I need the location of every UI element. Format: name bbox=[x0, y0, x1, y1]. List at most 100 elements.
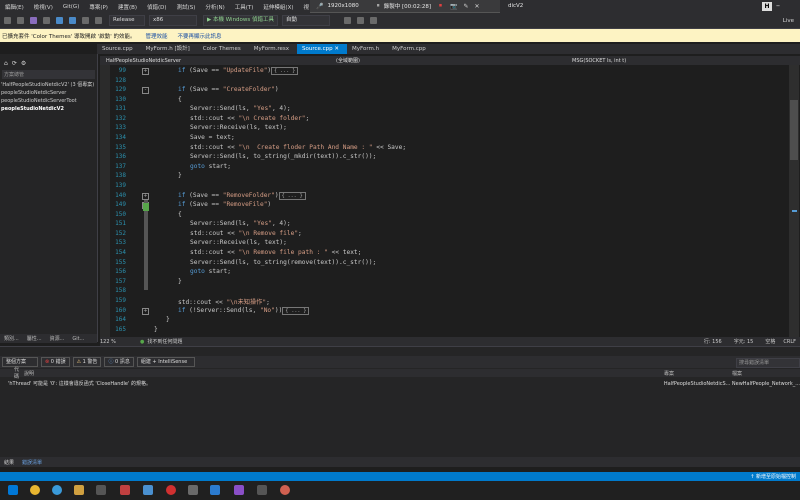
source-control-button[interactable]: ↑ 新增至原始檔控制 bbox=[750, 473, 796, 480]
expand-icon[interactable]: + bbox=[142, 307, 149, 315]
taskbar-app-icon[interactable] bbox=[210, 485, 220, 495]
toolbar-icon-c[interactable] bbox=[370, 17, 378, 24]
document-tab[interactable]: Color Themes bbox=[198, 44, 249, 54]
warnings-filter-button[interactable]: ⚠ 1 警告 bbox=[72, 357, 102, 367]
taskbar-app-icon[interactable] bbox=[120, 485, 130, 495]
undo-icon[interactable] bbox=[82, 17, 89, 24]
start-icon[interactable] bbox=[8, 485, 18, 495]
code-line[interactable]: { bbox=[178, 211, 182, 218]
menu-item[interactable]: 延伸模組(X) bbox=[258, 3, 298, 11]
output-tab[interactable]: 結果 bbox=[0, 459, 18, 466]
code-line[interactable]: Server::Receive(ls, text); bbox=[190, 124, 287, 131]
left-panel-tab[interactable]: 資源... bbox=[46, 335, 69, 342]
code-line[interactable]: Server::Send(ls, to_string(remove(text))… bbox=[190, 259, 376, 266]
menu-item[interactable]: 專案(P) bbox=[84, 3, 113, 11]
refresh-icon[interactable]: ⟳ bbox=[12, 60, 17, 67]
code-line[interactable]: } bbox=[178, 172, 182, 179]
redo-icon[interactable] bbox=[95, 17, 102, 24]
menu-item[interactable]: 工具(T) bbox=[230, 3, 259, 11]
col-code[interactable]: 代碼 bbox=[14, 366, 22, 380]
close-recording-icon[interactable]: ✕ bbox=[475, 3, 480, 10]
code-line[interactable]: Server::Send(ls, "Yes", 4); bbox=[190, 105, 291, 112]
error-search-input[interactable]: 搜尋錯誤清單 bbox=[736, 358, 800, 368]
code-line[interactable]: Save = text; bbox=[190, 134, 235, 141]
taskbar-app-icon[interactable] bbox=[280, 485, 290, 495]
document-tab[interactable]: MyForm.resx bbox=[249, 44, 297, 54]
zoom-level[interactable]: 122 % bbox=[100, 339, 130, 345]
col-file[interactable]: 檔案 bbox=[732, 370, 742, 377]
code-line[interactable]: std::cout << "\n Remove file"; bbox=[190, 230, 302, 237]
code-line[interactable]: Server::Send(ls, to_string(_mkdir(text))… bbox=[190, 153, 376, 160]
document-tab[interactable]: MyForm.cpp bbox=[387, 44, 434, 54]
stop-icon[interactable]: ⏹ bbox=[439, 2, 442, 10]
settings-icon[interactable]: ⚙ bbox=[21, 60, 26, 67]
code-line[interactable]: } bbox=[154, 326, 158, 333]
recorder-icon[interactable] bbox=[166, 485, 176, 495]
build-filter-select[interactable]: 組建 + IntelliSense bbox=[136, 357, 195, 367]
forward-icon[interactable] bbox=[17, 17, 24, 24]
solution-tree-item[interactable]: peopleStudioNetdicV2 bbox=[0, 105, 97, 113]
code-line[interactable]: } bbox=[178, 278, 182, 285]
menu-item[interactable]: 偵錯(D) bbox=[142, 3, 172, 11]
left-panel-tab[interactable]: 屬性... bbox=[23, 335, 46, 342]
taskbar-app-icon[interactable] bbox=[188, 485, 198, 495]
code-line[interactable]: std::cout << "\n未知操作"; bbox=[178, 297, 270, 306]
code-line[interactable]: goto start; bbox=[190, 163, 231, 170]
solution-tree-item[interactable]: 'HalfPeopleStudioNetdicV2' (3 個專案) bbox=[0, 81, 97, 89]
messages-filter-button[interactable]: ⓘ 0 訊息 bbox=[104, 357, 134, 367]
account-badge[interactable]: H bbox=[762, 2, 772, 11]
menu-item[interactable]: 測試(S) bbox=[172, 3, 201, 11]
project-dropdown[interactable]: HalfPeopleStudioNetdicServer bbox=[106, 58, 336, 64]
run-debugger-button[interactable]: ▶ 本機 Windows 偵錯工具 bbox=[203, 15, 279, 26]
manage-performance-link[interactable]: 管理效能 bbox=[146, 32, 168, 40]
code-line[interactable]: goto start; bbox=[190, 268, 231, 275]
code-line[interactable]: if (Save == "CreateFolder") bbox=[178, 86, 279, 93]
taskbar-app-icon[interactable] bbox=[96, 485, 106, 495]
left-panel-tab[interactable]: 類別... bbox=[0, 335, 23, 342]
code-line[interactable]: if (Save == "RemoveFolder"){ ... } bbox=[178, 191, 306, 200]
expand-icon[interactable]: + bbox=[142, 68, 149, 75]
menu-item[interactable]: 檢視(V) bbox=[29, 3, 58, 11]
menu-item[interactable]: 分析(N) bbox=[200, 3, 229, 11]
code-line[interactable]: } bbox=[166, 316, 170, 323]
auto-select[interactable]: 自動 bbox=[282, 15, 331, 26]
member-dropdown[interactable]: MSG(SOCKET ls, int t) bbox=[572, 58, 626, 64]
home-icon[interactable]: ⌂ bbox=[4, 60, 8, 67]
visual-studio-icon[interactable] bbox=[234, 485, 244, 495]
taskbar-app-icon[interactable] bbox=[143, 485, 153, 495]
menu-item[interactable]: 建置(B) bbox=[113, 3, 142, 11]
camera-icon[interactable]: 📷 bbox=[450, 3, 457, 10]
document-tab[interactable]: Source.cpp bbox=[97, 44, 141, 54]
minimize-icon[interactable]: – bbox=[776, 1, 780, 10]
code-line[interactable]: std::cout << "\n Remove file path : " <<… bbox=[190, 249, 361, 256]
error-row[interactable]: 'hThread' 可能是 '0': 這樣會違反函式 'CloseHandle'… bbox=[0, 379, 800, 388]
document-tab[interactable]: MyForm.h [設計] bbox=[141, 44, 198, 54]
errors-filter-button[interactable]: ⊗ 0 錯誤 bbox=[41, 357, 70, 367]
scrollbar-thumb[interactable] bbox=[790, 100, 798, 160]
explorer-icon[interactable] bbox=[74, 485, 84, 495]
issues-status[interactable]: 找不到任何問題 bbox=[147, 338, 182, 345]
microphone-icon[interactable]: 🎤 bbox=[316, 3, 323, 10]
open-icon[interactable] bbox=[43, 17, 50, 24]
menu-item[interactable]: 編輯(E) bbox=[0, 3, 29, 11]
taskbar-app-icon[interactable] bbox=[257, 485, 267, 495]
pen-icon[interactable]: ✎ bbox=[464, 3, 469, 10]
edge-icon[interactable] bbox=[52, 485, 62, 495]
left-panel-tab[interactable]: Git... bbox=[68, 336, 88, 342]
document-tab[interactable]: MyForm.h bbox=[347, 44, 387, 54]
code-line[interactable]: Server::Receive(ls, text); bbox=[190, 239, 287, 246]
code-line[interactable]: std::cout << "\n Create folder"; bbox=[190, 115, 309, 122]
new-project-icon[interactable] bbox=[30, 17, 37, 24]
collapse-icon[interactable]: - bbox=[142, 87, 149, 95]
document-tab[interactable]: Source.cpp ✕ bbox=[297, 44, 348, 54]
col-desc[interactable]: 說明 bbox=[24, 370, 664, 377]
scope-dropdown[interactable]: (全域範圍) bbox=[336, 57, 572, 64]
menu-item[interactable]: Git(G) bbox=[58, 4, 85, 10]
save-all-icon[interactable] bbox=[69, 17, 76, 24]
save-icon[interactable] bbox=[56, 17, 63, 24]
platform-select[interactable]: x86 bbox=[149, 15, 197, 26]
solution-search[interactable]: 方案總管 bbox=[2, 70, 95, 79]
solution-tree-item[interactable]: peopleStudioNetdicServerToot bbox=[0, 97, 97, 105]
back-icon[interactable] bbox=[4, 17, 11, 24]
expand-icon[interactable]: + bbox=[142, 192, 149, 200]
